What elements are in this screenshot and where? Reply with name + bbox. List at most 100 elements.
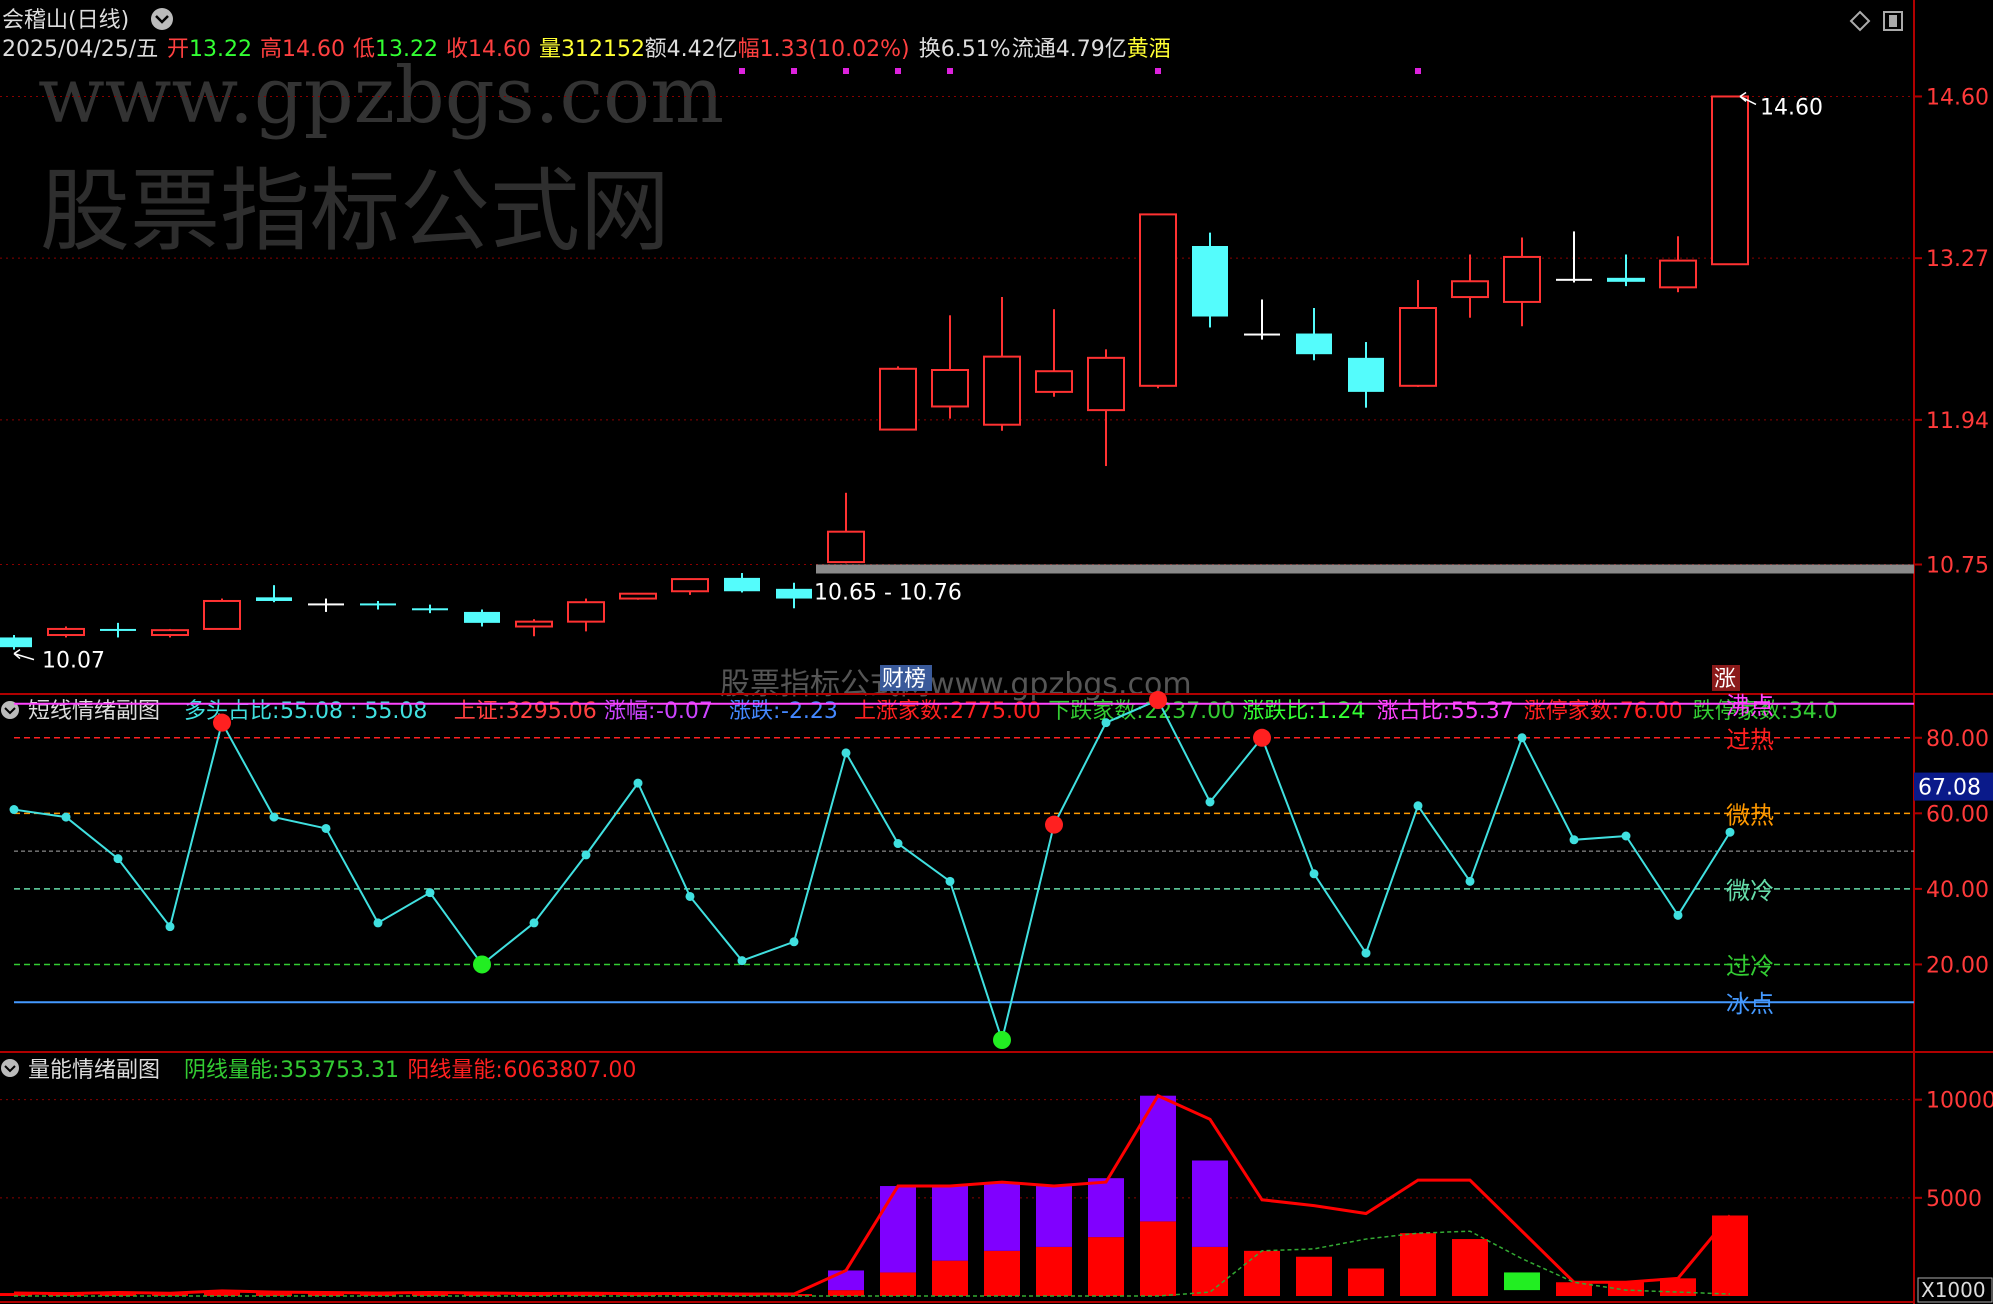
volume-bar-yang [1660,1278,1696,1296]
volume-indicator-value: 353753.31 [280,1058,399,1083]
volume-bar-upper [1192,1160,1228,1247]
sentiment-cold-dot [473,955,491,974]
current-value-label: 67.08 [1918,776,1981,801]
sentiment-point [9,805,19,815]
volume-bar [1088,1178,1124,1296]
volume-bar-yang [1400,1233,1436,1296]
volume-indicators: 阴线量能: 353753.31 阳线量能: 6063807.00 [184,1058,636,1083]
marker-caibang-label: 财榜 [882,667,926,692]
volume-bar [1400,1233,1436,1296]
sentiment-point [1101,718,1111,728]
sentiment-point [1621,831,1631,841]
main-y-tick-label: 11.94 [1926,409,1989,434]
max-price-label: 14.60 [1760,95,1823,120]
volume-bar-yang [1296,1256,1332,1296]
title-dropdown-icon[interactable] [151,8,173,30]
sentiment-point [165,922,175,932]
sentiment-point [1517,733,1527,743]
signal-dot [739,68,745,74]
volume-y-tick-label: 5000 [1926,1187,1982,1212]
header-field-label: 流通 [1012,37,1056,62]
marker-zhang[interactable]: 涨 [1712,665,1740,692]
sentiment-indicator-value: 55.08 : 55.08 [280,699,427,724]
candle-body [983,355,1021,426]
candle [203,598,241,630]
min-price-label: 10.07 [42,649,105,674]
candle-body [619,592,657,600]
candle-body [776,588,812,599]
volume-bar [1140,1095,1176,1296]
volume-bar [1348,1268,1384,1296]
header-field-value: 6.51% [941,37,1011,62]
candle-body [47,627,85,637]
header-field-label: 幅 [738,37,760,62]
sentiment-point [1725,827,1735,837]
volume-bar [984,1182,1020,1296]
candle-body [412,608,448,611]
candle [619,592,657,600]
sentiment-point [269,812,279,822]
sentiment-indicator-value: -0.07 [656,699,713,724]
sentiment-indicator-value: 2775.00 [950,699,1041,724]
volume-bar-upper [984,1182,1020,1251]
sentiment-y-tick-label: 80.00 [1926,727,1989,752]
marker-caibang[interactable]: 财榜 [880,665,932,692]
volume-bar-yang [828,1290,864,1296]
header-field-label: 高 [260,37,282,62]
sentiment-point [1569,835,1579,845]
volume-bar [1504,1272,1540,1291]
volume-bar-yang [880,1272,916,1296]
sentiment-panel-header: 短线情绪副图 多头占比: 55.08 : 55.08 上证: 3295.06 涨幅: -0… [1,699,1838,724]
header-field-value: 14.60 [468,37,531,62]
header-field-label: 低 [353,37,375,62]
header-field-value: 1.33(10.02%) [760,37,910,62]
sentiment-zone-label: 沸点 [1726,692,1774,720]
volume-bar-yang [1192,1246,1228,1296]
volume-bar [1296,1256,1332,1296]
header-field-value: 4.79亿 [1056,37,1127,62]
header-field-value: 13.22 [375,37,438,62]
candle-body [1659,259,1697,289]
sentiment-indicator-value: 76.00 [1620,699,1683,724]
sentiment-hot-dot [1045,815,1063,834]
sentiment-point [1465,876,1475,886]
stock-title[interactable]: 会稽山(日线) [2,8,129,33]
candle-body [0,637,32,648]
candle-body [879,367,917,431]
stock-chart[interactable]: www.gpzbgs.com 股票指标公式网 股票指标公式网www.gpzbgs… [0,0,1993,1304]
volume-bar-yang [1140,1221,1176,1296]
sentiment-point [945,876,955,886]
candle-body [724,577,760,592]
signal-dot [947,68,953,74]
sentiment-point [737,956,747,966]
range-label: 10.65 - 10.76 [814,581,962,606]
volume-bar [932,1186,968,1296]
volume-bar-yang [1088,1237,1124,1296]
current-value-box: 67.08 [1914,772,1993,801]
sentiment-indicator-value: 3295.06 [506,699,597,724]
volume-title: 量能情绪副图 [28,1058,160,1083]
sentiment-indicator-value: 34.0 [1789,699,1838,724]
support-band [816,564,1914,574]
candle-body [100,628,136,631]
signal-dot [843,68,849,74]
main-y-tick-label: 14.60 [1926,85,1989,110]
header-field-label: 收 [446,37,468,62]
header-field-value: 13.22 [189,37,252,62]
watermark-url: www.gpzbgs.com [38,51,724,141]
unit-label: X1000 [1921,1278,1986,1302]
volume-bar [1556,1282,1592,1296]
header-field-label: 黄酒 [1127,37,1171,62]
sentiment-zone-label: 微热 [1726,801,1774,829]
volume-bar-yang [984,1250,1020,1296]
sentiment-indicator-value: 55.37 [1451,699,1514,724]
sentiment-point [1361,948,1371,958]
sentiment-point [61,812,71,822]
sentiment-zone-label: 微冷 [1726,877,1774,905]
volume-dropdown-icon[interactable] [1,1059,19,1077]
signal-dot [1155,68,1161,74]
candle-body [1348,357,1384,392]
sentiment-point [321,823,331,833]
candle-body [931,369,969,408]
candle-body [464,611,500,623]
